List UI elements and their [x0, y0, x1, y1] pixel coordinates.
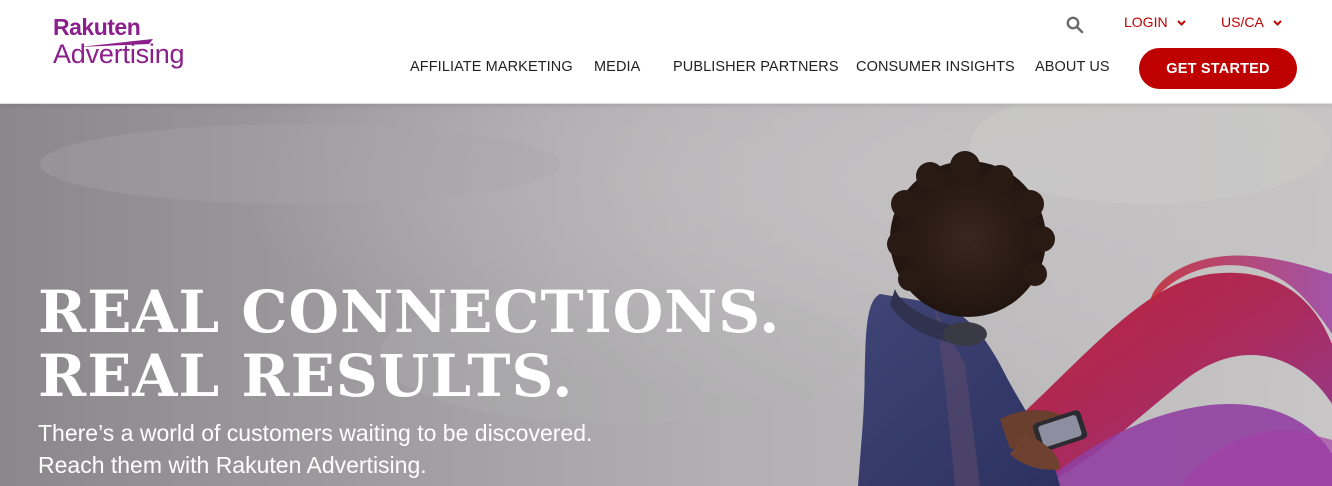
headline-line-2: REAL RESULTS. [38, 342, 574, 410]
hero-headline: REAL CONNECTIONS. REAL RESULTS. [38, 280, 780, 408]
login-dropdown[interactable]: LOGIN [1124, 14, 1187, 30]
person-figure [858, 151, 1088, 486]
nav-about-us[interactable]: ABOUT US [1035, 59, 1110, 75]
hero-subtext: There’s a world of customers waiting to … [38, 417, 592, 481]
subtext-line-2: Reach them with Rakuten Advertising. [38, 452, 427, 478]
nav-media[interactable]: MEDIA [594, 59, 640, 75]
search-icon [1066, 16, 1084, 34]
region-label: US/CA [1221, 14, 1264, 30]
rakuten-advertising-logo[interactable]: Rakuten Advertising [53, 14, 185, 68]
region-dropdown[interactable]: US/CA [1221, 14, 1282, 30]
hero-banner: REAL CONNECTIONS. REAL RESULTS. There’s … [0, 104, 1332, 486]
subtext-line-1: There’s a world of customers waiting to … [38, 420, 593, 446]
logo-swoosh-icon [79, 39, 153, 47]
nav-consumer-insights[interactable]: CONSUMER INSIGHTS [856, 59, 1015, 75]
search-button[interactable] [1066, 16, 1086, 36]
nav-publisher-partners[interactable]: PUBLISHER PARTNERS [673, 59, 839, 75]
logo-line-1: Rakuten [53, 14, 141, 40]
login-label: LOGIN [1124, 14, 1168, 30]
get-started-button[interactable]: GET STARTED [1139, 48, 1297, 89]
nav-affiliate-marketing[interactable]: AFFILIATE MARKETING [410, 59, 573, 75]
site-header: Rakuten Advertising LOGIN US/CA AFFILIAT… [0, 0, 1332, 104]
headline-line-1: REAL CONNECTIONS. [38, 278, 781, 346]
chevron-down-icon [1273, 20, 1282, 26]
chevron-down-icon [1177, 20, 1187, 26]
